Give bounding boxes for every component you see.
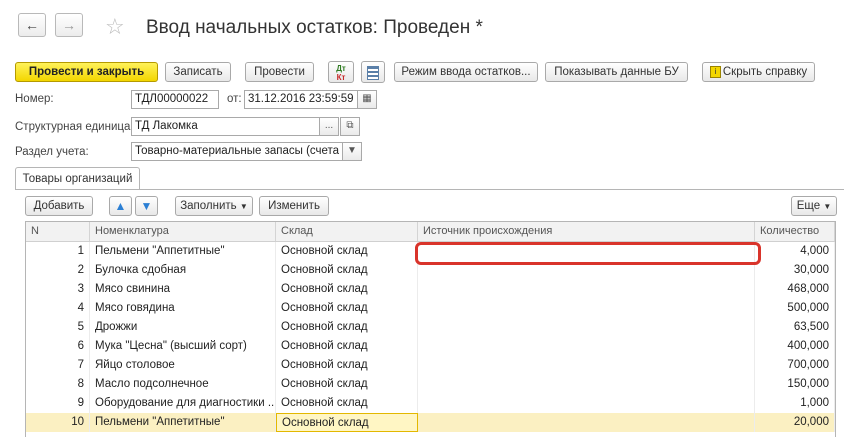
unit-open-button[interactable]: ⧉ [340, 117, 360, 136]
date-label: от: [227, 93, 242, 105]
table-row[interactable]: 6 Мука "Цесна" (высший сорт) Основной ск… [26, 337, 835, 356]
active-cell[interactable]: Основной склад [276, 413, 418, 432]
table-row[interactable]: 9 Оборудование для диагностики ... Основ… [26, 394, 835, 413]
save-button[interactable]: Записать [165, 62, 231, 82]
window-title: Ввод начальных остатков: Проведен * [146, 17, 483, 38]
change-button[interactable]: Изменить [259, 196, 329, 216]
chevron-down-icon: ▼ [823, 202, 832, 211]
chevron-down-icon: ▼ [239, 202, 248, 211]
post-and-close-button[interactable]: Провести и закрыть [15, 62, 158, 82]
favorite-star-icon[interactable]: ☆ [105, 14, 125, 40]
table-row[interactable]: 4 Мясо говядина Основной склад 500,000 [26, 299, 835, 318]
section-dropdown-button[interactable]: ▼ [342, 142, 362, 161]
column-header-source[interactable]: Источник происхождения [418, 222, 755, 241]
table-row-selected[interactable]: 10 Пельмени "Аппетитные" Основной склад … [26, 413, 835, 432]
dt-kt-button[interactable]: Дт Кт [328, 61, 354, 83]
unit-label: Структурная единица: [15, 121, 134, 133]
column-header-n[interactable]: N [26, 222, 90, 241]
more-button[interactable]: Еще ▼ [791, 196, 837, 216]
document-list-icon [367, 66, 379, 80]
hide-help-button[interactable]: i Скрыть справку [702, 62, 815, 82]
chevron-down-icon: ▼ [347, 145, 357, 156]
fill-button[interactable]: Заполнить ▼ [175, 196, 253, 216]
arrow-down-icon: ▼ [140, 199, 153, 213]
move-up-button[interactable]: ▲ [109, 196, 132, 216]
table-row[interactable]: 5 Дрожжи Основной склад 63,500 [26, 318, 835, 337]
arrow-up-icon: ▲ [114, 199, 127, 213]
section-label: Раздел учета: [15, 146, 89, 158]
number-label: Номер: [15, 93, 54, 105]
section-field[interactable]: Товарно-материальные запасы (счета 1 [131, 142, 343, 161]
open-icon: ⧉ [346, 120, 354, 131]
dt-kt-icon: Дт Кт [336, 64, 346, 82]
table-row[interactable]: 3 Мясо свинина Основной склад 468,000 [26, 280, 835, 299]
number-field[interactable]: ТДЛ00000022 [131, 90, 219, 109]
list-button[interactable] [361, 61, 385, 83]
forward-button[interactable]: → [55, 13, 83, 37]
table-row[interactable]: 8 Масло подсолнечное Основной склад 150,… [26, 375, 835, 394]
highlight-frame [415, 242, 761, 265]
arrow-left-icon: ← [25, 17, 39, 33]
column-header-warehouse[interactable]: Склад [276, 222, 418, 241]
unit-select-button[interactable]: ... [319, 117, 339, 136]
post-button[interactable]: Провести [245, 62, 314, 82]
ellipsis-icon: ... [324, 120, 334, 131]
tab-divider [15, 189, 844, 190]
show-bu-data-button[interactable]: Показывать данные БУ [545, 62, 688, 82]
arrow-right-icon: → [62, 17, 76, 33]
date-field[interactable]: 31.12.2016 23:59:59 [244, 90, 358, 109]
input-mode-button[interactable]: Режим ввода остатков... [394, 62, 538, 82]
add-button[interactable]: Добавить [25, 196, 93, 216]
tab-goods[interactable]: Товары организаций [15, 167, 140, 190]
unit-field[interactable]: ТД Лакомка [131, 117, 320, 136]
back-button[interactable]: ← [18, 13, 46, 37]
calendar-button[interactable]: ▦ [357, 90, 377, 109]
table-row[interactable]: 7 Яйцо столовое Основной склад 700,000 [26, 356, 835, 375]
table-header: N Номенклатура Склад Источник происхожде… [26, 222, 835, 242]
help-icon: i [709, 65, 721, 78]
calendar-icon: ▦ [362, 93, 372, 104]
column-header-nomenclature[interactable]: Номенклатура [90, 222, 276, 241]
move-down-button[interactable]: ▼ [135, 196, 158, 216]
column-header-quantity[interactable]: Количество [755, 222, 835, 241]
